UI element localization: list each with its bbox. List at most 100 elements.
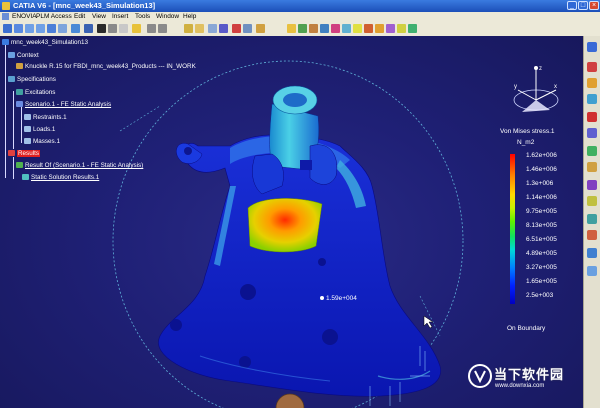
- tree-result-of[interactable]: Result Of (Scenario.1 - FE Static Analys…: [16, 162, 143, 169]
- redo-icon[interactable]: [158, 24, 167, 33]
- undo-icon[interactable]: [147, 24, 156, 33]
- swap-visible-icon[interactable]: [132, 24, 141, 33]
- excitations-icon: [16, 89, 23, 95]
- tree-results[interactable]: Results: [8, 150, 40, 157]
- distributed-mass-icon[interactable]: [587, 180, 597, 190]
- tree-specifications[interactable]: Specifications: [8, 76, 56, 83]
- report-icon[interactable]: [397, 24, 406, 33]
- animate-icon[interactable]: [353, 24, 362, 33]
- legend-value: 1.14e+006: [526, 194, 557, 201]
- legend-title: Von Mises stress.1: [500, 128, 555, 135]
- zoom-in-icon[interactable]: [25, 24, 34, 33]
- context-icon: [8, 52, 15, 58]
- tree-scenario[interactable]: Scenario.1 - FE Static Analysis: [16, 101, 111, 108]
- tree-restraints[interactable]: Restraints.1: [24, 114, 67, 121]
- workbench-icon[interactable]: [587, 42, 597, 52]
- 3d-viewport[interactable]: 1.59e+004 mnc_week43_Simulation13 Contex…: [0, 36, 584, 408]
- sensor-value-icon[interactable]: [408, 24, 417, 33]
- tools-icon[interactable]: [243, 24, 252, 33]
- mesh-icon[interactable]: [298, 24, 307, 33]
- deformation-icon[interactable]: [364, 24, 373, 33]
- menu-edit[interactable]: Edit: [74, 13, 85, 20]
- compass-y-label: y: [514, 84, 517, 90]
- iso-view-icon[interactable]: [71, 24, 80, 33]
- wireframe-icon[interactable]: [108, 24, 117, 33]
- fit-all-icon[interactable]: [47, 24, 56, 33]
- tree-masses[interactable]: Masses.1: [24, 138, 60, 145]
- simulation-icon: [2, 39, 9, 45]
- maximize-button[interactable]: □: [578, 1, 588, 10]
- image-edit-icon[interactable]: [587, 248, 597, 258]
- rotate-icon[interactable]: [14, 24, 23, 33]
- fastening-icon[interactable]: [587, 78, 597, 88]
- mouse-cursor: [423, 315, 434, 329]
- render-style-icon[interactable]: [84, 24, 93, 33]
- result-of-icon: [16, 162, 23, 168]
- menu-enovia[interactable]: ENOVIA: [12, 13, 37, 20]
- navigation-sphere-icon[interactable]: [275, 393, 305, 408]
- legend-footer: On Boundary: [507, 325, 546, 332]
- cut-plane-icon[interactable]: [386, 24, 395, 33]
- open-icon[interactable]: [184, 24, 193, 33]
- tree-product[interactable]: Knuckle R.15 for FBDI_mnc_week43_Product…: [16, 63, 196, 70]
- menu-insert[interactable]: Insert: [112, 13, 128, 20]
- window-title: CATIA V6 - [mnc_week43_Simulation13]: [13, 1, 156, 10]
- fea-model: [112, 60, 464, 408]
- clamp-icon[interactable]: [587, 94, 597, 104]
- mass-icon[interactable]: [331, 24, 340, 33]
- tree-root[interactable]: mnc_week43_Simulation13: [2, 39, 88, 46]
- right-toolbar: [583, 36, 600, 408]
- legend-value: 1.3e+006: [526, 180, 554, 187]
- tree-loads[interactable]: Loads.1: [24, 126, 55, 133]
- tree-excitations[interactable]: Excitations: [16, 89, 55, 96]
- pressure-icon[interactable]: [587, 128, 597, 138]
- legend-unit: N_m2: [517, 139, 535, 146]
- zoom-out-icon[interactable]: [36, 24, 45, 33]
- extrema-icon[interactable]: [587, 266, 597, 276]
- load-icon[interactable]: [320, 24, 329, 33]
- compass-z-label: z: [539, 66, 542, 72]
- masses-icon: [24, 138, 31, 144]
- menu-help[interactable]: Help: [183, 13, 196, 20]
- minimize-button[interactable]: _: [567, 1, 577, 10]
- virtual-part-icon[interactable]: [587, 196, 597, 206]
- compass-x-label: x: [554, 84, 557, 90]
- force-icon[interactable]: [587, 112, 597, 122]
- compute-icon[interactable]: [287, 24, 296, 33]
- catalog-icon[interactable]: [256, 24, 265, 33]
- legend-value: 4.89e+005: [526, 250, 557, 257]
- filter-icon[interactable]: [587, 62, 597, 72]
- legend-value: 1.62e+006: [526, 152, 557, 159]
- sensor-icon[interactable]: [342, 24, 351, 33]
- compass-widget[interactable]: x y z: [508, 60, 564, 132]
- document-icon[interactable]: [2, 13, 9, 20]
- specifications-icon: [8, 76, 15, 82]
- results-icon: [8, 150, 15, 156]
- normal-view-icon[interactable]: [58, 24, 67, 33]
- mesh-part-icon[interactable]: [587, 230, 597, 240]
- tree-static-results[interactable]: Static Solution Results.1: [22, 174, 99, 181]
- legend-value: 3.27e+005: [526, 264, 557, 271]
- acceleration-icon[interactable]: [587, 162, 597, 172]
- menu-tools[interactable]: Tools: [135, 13, 150, 20]
- stress-image-icon[interactable]: [375, 24, 384, 33]
- connection-icon[interactable]: [587, 214, 597, 224]
- moment-icon[interactable]: [587, 146, 597, 156]
- tree-context[interactable]: Context: [8, 52, 39, 59]
- close-button[interactable]: ×: [589, 1, 599, 10]
- watermark-logo-icon: [468, 364, 492, 388]
- shading-icon[interactable]: [97, 24, 106, 33]
- measure-icon[interactable]: [219, 24, 228, 33]
- legend-value: 1.65e+005: [526, 278, 557, 285]
- pan-icon[interactable]: [3, 24, 12, 33]
- pointer-icon[interactable]: [232, 24, 241, 33]
- restraint-icon[interactable]: [309, 24, 318, 33]
- print-icon[interactable]: [208, 24, 217, 33]
- knuckle-body: [158, 134, 441, 397]
- hide-show-icon[interactable]: [119, 24, 128, 33]
- save-icon[interactable]: [195, 24, 204, 33]
- menu-window[interactable]: Window: [156, 13, 179, 20]
- watermark-url: www.downxia.com: [495, 383, 545, 389]
- menu-view[interactable]: View: [92, 13, 106, 20]
- menu-plm-access[interactable]: PLM Access: [36, 13, 72, 20]
